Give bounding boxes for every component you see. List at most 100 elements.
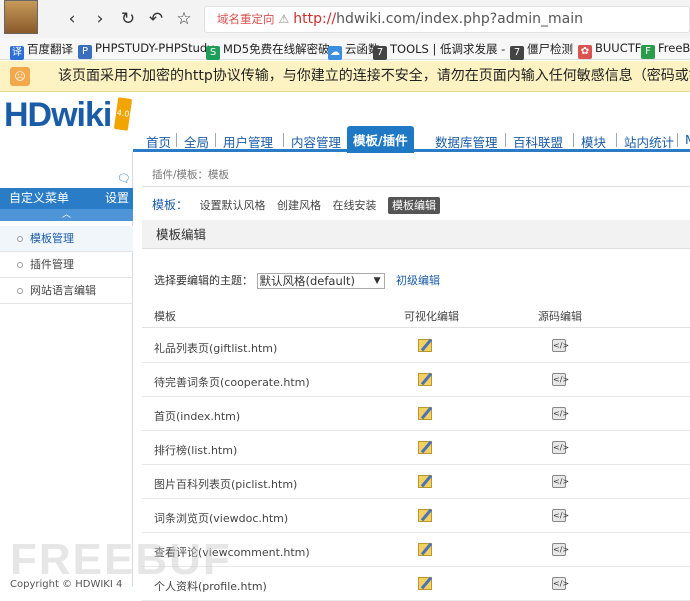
address-bar[interactable]: 域名重定向 ⚠ http://hdwiki.com/index.php?admin_… — [204, 6, 690, 33]
back-button[interactable]: ‹ — [61, 9, 83, 29]
bookmarks-bar: 译百度翻译 P PHPSTUDY-PHPStudy S MD5免费在线解密破 ☁ 云函数 7 T… — [0, 38, 690, 60]
table-row: 待完善词条页(cooperate.htm) </> — [142, 363, 690, 397]
subnav-create-style[interactable]: 创建风格 — [277, 199, 321, 212]
bookmark-icon: 译 — [10, 46, 24, 60]
freebuf-watermark: FREEBUF — [10, 535, 232, 584]
visual-edit-icon[interactable] — [418, 373, 432, 386]
sidebar-item-label: 插件管理 — [30, 258, 74, 271]
sidebar-collapse-toggle[interactable]: ︿ — [0, 209, 133, 221]
nav-separator — [176, 133, 177, 147]
theme-select[interactable]: 默认风格(default) ▼ — [256, 273, 385, 289]
table-row: 礼品列表页(giftlist.htm) </> — [142, 329, 690, 363]
bookmark-item[interactable]: 7 TOOLS | 低调求发展 - — [373, 41, 505, 60]
nav-separator — [616, 133, 617, 147]
logo-version-badge: 4.0 — [113, 97, 133, 131]
visual-edit-icon[interactable] — [418, 441, 432, 454]
source-edit-icon[interactable]: </> — [552, 373, 569, 386]
source-edit-icon[interactable]: </> — [552, 407, 569, 420]
nav-tab[interactable]: 内容管理 — [291, 132, 341, 151]
table-header: 模板 可视化编辑 源码编辑 — [142, 302, 690, 328]
template-name: 待完善词条页(cooperate.htm) — [154, 376, 310, 389]
nav-tab[interactable]: 模板/插件 — [347, 126, 414, 153]
nav-tab[interactable]: 数据库管理 — [435, 132, 498, 151]
basic-edit-link[interactable]: 初级编辑 — [396, 274, 440, 287]
bookmark-item[interactable]: P PHPSTUDY-PHPStudy — [78, 41, 214, 59]
sidebar-title: 自定义菜单 — [9, 191, 70, 205]
nav-tab[interactable]: M — [685, 132, 690, 147]
bookmark-icon: 7 — [510, 46, 524, 60]
sidebar-header: 自定义菜单 设置 — [0, 188, 133, 209]
template-name: 礼品列表页(giftlist.htm) — [154, 342, 278, 355]
forward-button[interactable]: › — [89, 9, 111, 29]
subnav-heading: 模板： — [152, 198, 189, 212]
bookmark-item[interactable]: ☁ 云函数 — [328, 41, 380, 60]
template-name: 图片百科列表页(piclist.htm) — [154, 478, 298, 491]
nav-tab[interactable]: 用户管理 — [223, 132, 273, 151]
bookmark-label: TOOLS | 低调求发展 - — [390, 42, 506, 56]
nav-tab[interactable]: 百科联盟 — [513, 132, 563, 151]
breadcrumb: 插件/模板：模板 — [152, 169, 230, 181]
column-visual-edit: 可视化编辑 — [404, 310, 459, 323]
visual-edit-icon[interactable] — [418, 407, 432, 420]
chat-icon[interactable]: 🗨 — [117, 172, 131, 185]
table-row: 排行榜(list.htm) </> — [142, 431, 690, 465]
nav-tab[interactable]: 模块 — [581, 132, 606, 151]
nav-tab[interactable]: 站内统计 — [624, 132, 674, 151]
nav-separator — [283, 133, 284, 147]
bookmark-label: 百度翻译 — [27, 42, 73, 56]
source-edit-icon[interactable]: </> — [552, 475, 569, 488]
visual-edit-icon[interactable] — [418, 509, 432, 522]
template-name: 首页(index.htm) — [154, 410, 241, 423]
subnav-set-default-style[interactable]: 设置默认风格 — [200, 199, 266, 212]
source-edit-icon[interactable]: </> — [552, 543, 569, 556]
theme-selector-row: 选择要编辑的主题： 默认风格(default) ▼ 初级编辑 — [154, 272, 440, 289]
section-title: 模板编辑 — [156, 227, 207, 242]
bookmark-item[interactable]: 译百度翻译 — [10, 41, 73, 60]
url-protocol: http:// — [293, 11, 337, 27]
redirect-note: 域名重定向 — [217, 12, 275, 26]
bookmark-item[interactable]: FFreeBu — [641, 41, 690, 59]
bookmark-label: 僵尸检测 — [527, 42, 573, 56]
template-name: 词条浏览页(viewdoc.htm) — [154, 512, 289, 525]
bookmark-item[interactable]: 7 僵尸检测 — [510, 41, 573, 60]
table-row: 词条浏览页(viewdoc.htm) </> — [142, 499, 690, 533]
favorite-star-icon[interactable]: ☆ — [173, 9, 195, 29]
visual-edit-icon[interactable] — [418, 475, 432, 488]
sidebar-item-label: 网站语言编辑 — [30, 284, 96, 297]
url-text: hdwiki.com/index.php?admin_main — [336, 11, 583, 27]
hdwiki-logo[interactable]: HDwiki — [4, 96, 112, 135]
source-edit-icon[interactable]: </> — [552, 577, 569, 590]
sidebar: 🗨 自定义菜单 设置 ︿ 模板管理插件管理网站语言编辑 — [0, 152, 133, 587]
reload-button[interactable]: ↻ — [117, 9, 139, 29]
column-source-edit: 源码编辑 — [538, 310, 582, 323]
warning-face-icon: ☹ — [10, 67, 30, 86]
bookmark-icon: 7 — [373, 46, 387, 60]
bookmark-icon: ☁ — [328, 46, 342, 60]
source-edit-icon[interactable]: </> — [552, 509, 569, 522]
bullet-icon — [17, 262, 23, 268]
undo-button[interactable]: ↶ — [145, 9, 167, 29]
visual-edit-icon[interactable] — [418, 339, 432, 352]
bookmark-item[interactable]: S MD5免费在线解密破 — [206, 41, 330, 60]
sidebar-item[interactable]: 插件管理 — [0, 252, 133, 278]
sidebar-item[interactable]: 模板管理 — [0, 226, 133, 252]
visual-edit-icon[interactable] — [418, 543, 432, 556]
nav-separator — [677, 133, 678, 147]
sidebar-item[interactable]: 网站语言编辑 — [0, 278, 133, 304]
nav-separator — [573, 133, 574, 147]
browser-toolbar: ‹ › ↻ ↶ ☆ 域名重定向 ⚠ http://hdwiki.com/index.… — [0, 0, 690, 38]
avatar[interactable] — [4, 0, 38, 34]
source-edit-icon[interactable]: </> — [552, 339, 569, 352]
nav-tab[interactable]: 首页 — [146, 132, 171, 151]
subnav-online-install[interactable]: 在线安装 — [333, 199, 377, 212]
source-edit-icon[interactable]: </> — [552, 441, 569, 454]
nav-separator — [505, 133, 506, 147]
nav-tab[interactable]: 全局 — [184, 132, 209, 151]
subnav-template-edit-active[interactable]: 模板编辑 — [388, 197, 441, 214]
sidebar-settings-link[interactable]: 设置 — [105, 188, 129, 209]
visual-edit-icon[interactable] — [418, 577, 432, 590]
theme-label: 选择要编辑的主题： — [154, 274, 253, 287]
bookmark-item[interactable]: ✿ BUUCTF — [578, 41, 641, 59]
theme-select-value: 默认风格(default) — [259, 274, 355, 288]
template-subnav: 模板： 设置默认风格 创建风格 在线安装 模板编辑 — [152, 196, 441, 214]
